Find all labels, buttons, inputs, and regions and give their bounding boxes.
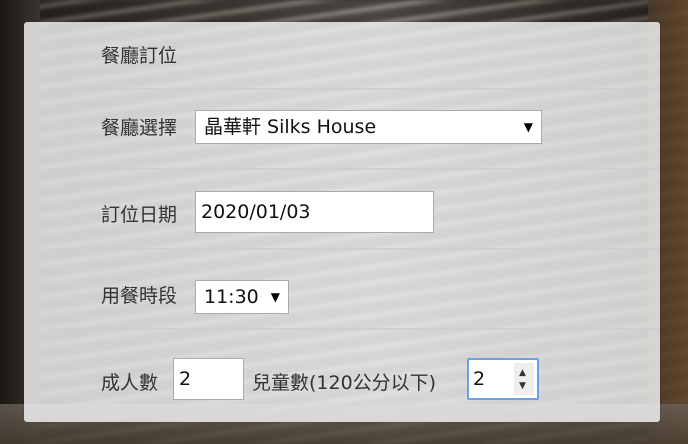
party-row: 成人數 2 兒童數(120公分以下) 2 ▲ ▼ — [48, 330, 660, 410]
restaurant-row: 餐廳選擇 晶華軒 Silks House ▼ — [48, 90, 660, 170]
date-input[interactable]: 2020/01/03 — [195, 191, 434, 233]
time-select-value: 11:30 — [204, 286, 259, 308]
time-row: 用餐時段 11:30 ▼ — [48, 250, 660, 330]
chevron-down-icon: ▼ — [270, 290, 280, 304]
restaurant-label: 餐廳選擇 — [101, 117, 178, 139]
date-row: 訂位日期 2020/01/03 — [48, 170, 660, 250]
restaurant-select[interactable]: 晶華軒 Silks House ▼ — [195, 110, 542, 144]
time-label: 用餐時段 — [101, 285, 178, 307]
children-stepper[interactable]: 2 ▲ ▼ — [467, 358, 539, 400]
chevron-down-icon: ▼ — [523, 120, 533, 134]
adults-input[interactable]: 2 — [173, 358, 244, 400]
spin-buttons[interactable]: ▲ ▼ — [514, 363, 534, 395]
time-select[interactable]: 11:30 ▼ — [195, 280, 289, 314]
date-label: 訂位日期 — [101, 204, 178, 226]
adults-label: 成人數 — [101, 372, 159, 394]
panel-title: 餐廳訂位 — [48, 22, 660, 90]
children-stepper-value: 2 — [473, 368, 486, 390]
reservation-panel: 餐廳訂位 餐廳選擇 晶華軒 Silks House ▼ 訂位日期 2020/01… — [24, 22, 660, 422]
children-label: 兒童數(120公分以下) — [252, 372, 437, 394]
spin-up-icon[interactable]: ▲ — [519, 368, 526, 378]
spin-down-icon[interactable]: ▼ — [519, 381, 526, 391]
restaurant-select-value: 晶華軒 Silks House — [204, 116, 377, 138]
